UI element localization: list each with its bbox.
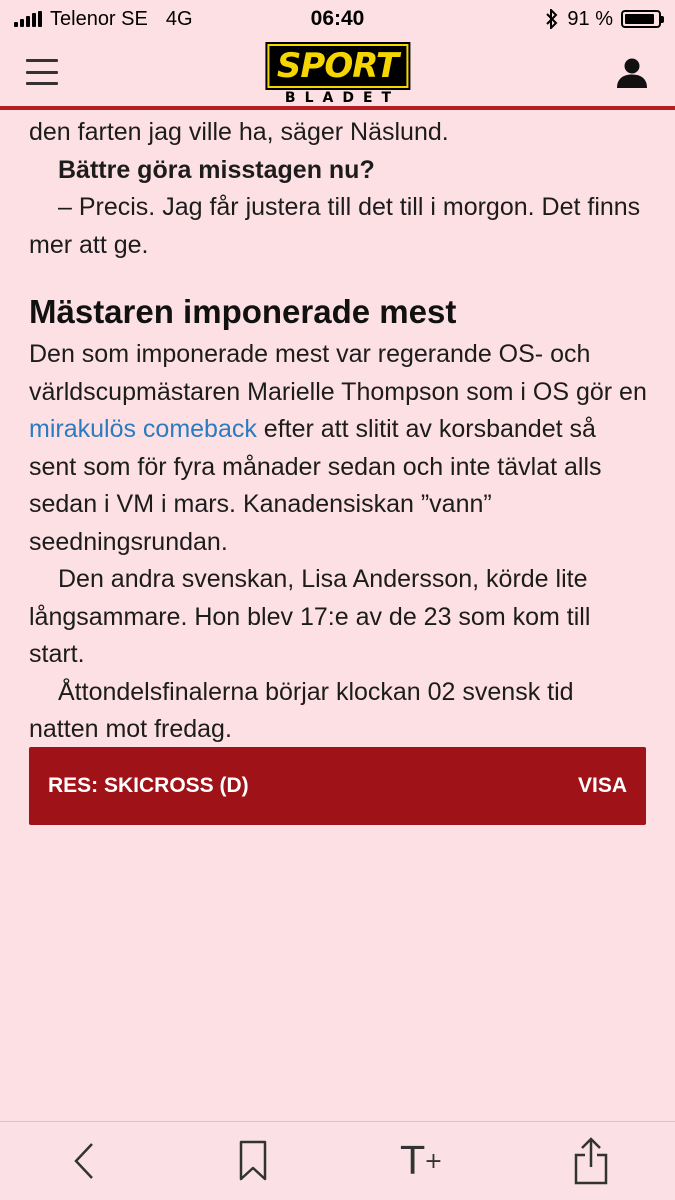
- logo-bladet-text: BLADET: [284, 90, 401, 106]
- carrier-name: Telenor SE: [50, 7, 148, 30]
- comeback-article-link[interactable]: mirakulös comeback: [29, 415, 257, 443]
- article-paragraph: Den andra svenskan, Lisa Andersson, körd…: [29, 565, 591, 668]
- article-body: den farten jag ville ha, säger Näslund. …: [29, 114, 649, 749]
- chevron-left-icon: [74, 1143, 94, 1179]
- results-show-label: VISA: [577, 774, 627, 797]
- hamburger-menu-icon[interactable]: [26, 59, 58, 85]
- user-icon[interactable]: [615, 55, 649, 89]
- share-button[interactable]: [561, 1131, 621, 1191]
- bookmark-icon: [239, 1140, 267, 1181]
- battery-icon: [621, 10, 664, 28]
- article-paragraph: Den som imponerade mest var regerande OS…: [29, 336, 649, 561]
- article-paragraph: Åttondelsfinalerna börjar klockan 02 sve…: [29, 677, 574, 744]
- network-type: 4G: [165, 7, 193, 30]
- site-header: SPORT BLADET: [0, 38, 675, 110]
- bookmark-button[interactable]: [223, 1131, 283, 1191]
- text-size-button[interactable]: T +: [392, 1131, 452, 1191]
- back-button[interactable]: [54, 1131, 114, 1191]
- article-paragraph: den farten jag ville ha, säger Näslund.: [29, 118, 449, 146]
- status-left: Telenor SE 4G: [14, 8, 193, 31]
- paragraph-text: Den som imponerade mest var regerande OS…: [29, 340, 647, 406]
- text-size-icon: T: [401, 1139, 425, 1183]
- sportbladet-logo[interactable]: SPORT BLADET: [266, 44, 409, 106]
- interview-question: Bättre göra misstagen nu?: [58, 155, 375, 184]
- text-size-plus: +: [424, 1148, 443, 1174]
- share-icon: [574, 1137, 607, 1185]
- bluetooth-icon: [546, 9, 558, 29]
- signal-strength-icon: [14, 11, 42, 27]
- status-right: 91 %: [545, 7, 664, 31]
- bottom-toolbar: T +: [0, 1121, 675, 1200]
- battery-level: [625, 14, 655, 24]
- status-bar: Telenor SE 4G 06:40 91 %: [0, 0, 675, 38]
- results-expand-button[interactable]: RES: SKICROSS (D) VISA: [29, 747, 646, 825]
- battery-percent: 91 %: [567, 7, 613, 30]
- article-paragraph: – Precis. Jag får justera till det till …: [29, 193, 641, 259]
- logo-sport-text: SPORT: [266, 44, 409, 88]
- article-subheading: Mästaren imponerade mest: [29, 293, 457, 330]
- results-title: RES: SKICROSS (D): [48, 774, 249, 797]
